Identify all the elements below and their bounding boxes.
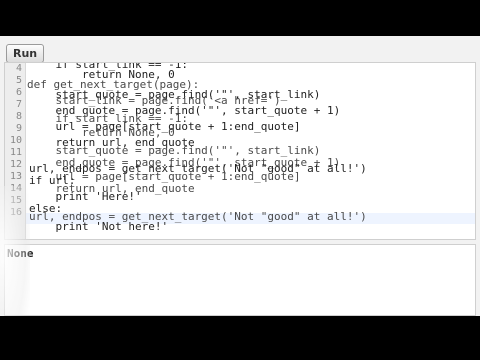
output-console: None [4,244,476,316]
code-line: print 'Not here!' [29,220,169,233]
output-text: None [7,247,34,260]
run-button[interactable]: Run [6,44,45,63]
ide-stage: Run 4 5 6 7 8 9 10 11 12 13 14 15 16 if … [0,36,480,316]
code-area[interactable]: if start_link == -1: return None, 0 def … [5,63,475,239]
code-editor[interactable]: 4 5 6 7 8 9 10 11 12 13 14 15 16 if star… [4,62,476,240]
